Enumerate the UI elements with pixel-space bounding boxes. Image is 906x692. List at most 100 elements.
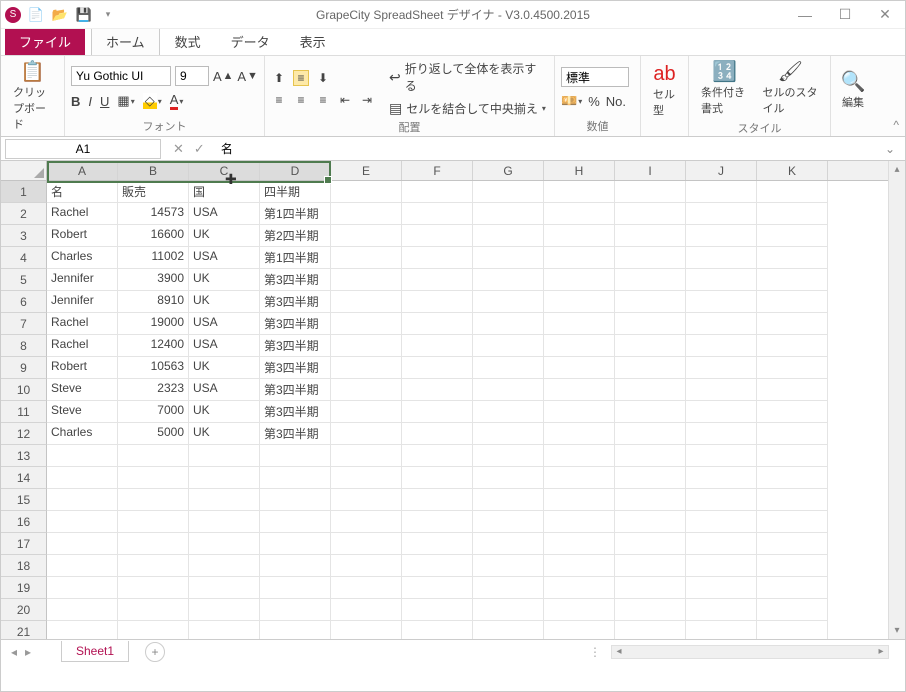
tab-home[interactable]: ホーム (91, 27, 160, 55)
increase-font-button[interactable]: A▲ (213, 69, 233, 84)
cell[interactable] (544, 269, 615, 291)
cell[interactable] (686, 445, 757, 467)
cell[interactable] (473, 577, 544, 599)
cell[interactable] (757, 379, 828, 401)
col-header-J[interactable]: J (686, 161, 757, 180)
celltype-button[interactable]: abセル型 (647, 62, 682, 120)
cell[interactable] (331, 401, 402, 423)
cell[interactable]: 国 (189, 181, 260, 203)
col-header-D[interactable]: D (260, 161, 331, 180)
row-header-9[interactable]: 9 (1, 357, 47, 379)
cell[interactable] (331, 313, 402, 335)
cell[interactable] (544, 379, 615, 401)
cell[interactable]: 第1四半期 (260, 247, 331, 269)
cell[interactable] (544, 489, 615, 511)
cell[interactable] (757, 533, 828, 555)
col-header-E[interactable]: E (331, 161, 402, 180)
cell[interactable]: Rachel (47, 313, 118, 335)
cell[interactable] (402, 423, 473, 445)
cell[interactable] (686, 467, 757, 489)
cell[interactable]: 第3四半期 (260, 357, 331, 379)
cell[interactable] (331, 181, 402, 203)
cell[interactable] (757, 225, 828, 247)
cell[interactable] (47, 445, 118, 467)
cell[interactable] (473, 291, 544, 313)
cell[interactable]: Charles (47, 423, 118, 445)
row-header-6[interactable]: 6 (1, 291, 47, 313)
cell[interactable] (402, 599, 473, 621)
cell[interactable] (615, 379, 686, 401)
cell[interactable] (757, 357, 828, 379)
cell[interactable] (189, 489, 260, 511)
cell[interactable] (686, 247, 757, 269)
cell[interactable] (757, 181, 828, 203)
cell[interactable] (260, 555, 331, 577)
cell[interactable] (402, 335, 473, 357)
sheet-nav-next[interactable]: ▸ (25, 645, 31, 659)
cell[interactable]: UK (189, 291, 260, 313)
cell[interactable] (473, 379, 544, 401)
fill-color-button[interactable]: ◇▾ (143, 93, 162, 109)
percent-button[interactable]: % (588, 94, 600, 109)
name-box[interactable] (5, 139, 161, 159)
save-icon[interactable]: 💾 (75, 6, 93, 24)
cell[interactable]: 第3四半期 (260, 291, 331, 313)
col-header-K[interactable]: K (757, 161, 828, 180)
cell[interactable] (615, 313, 686, 335)
cell[interactable] (331, 291, 402, 313)
cell[interactable] (544, 467, 615, 489)
cell[interactable] (331, 225, 402, 247)
app-icon[interactable]: S (5, 7, 21, 23)
italic-button[interactable]: I (88, 94, 92, 109)
cell[interactable] (189, 511, 260, 533)
cell[interactable] (615, 555, 686, 577)
cell[interactable] (402, 533, 473, 555)
cell[interactable] (686, 291, 757, 313)
cell[interactable] (260, 511, 331, 533)
cell[interactable] (260, 533, 331, 555)
cell[interactable]: 第2四半期 (260, 225, 331, 247)
cell[interactable] (402, 291, 473, 313)
cell[interactable] (47, 599, 118, 621)
cell[interactable] (757, 291, 828, 313)
cell[interactable] (686, 313, 757, 335)
cell[interactable] (615, 533, 686, 555)
cell[interactable] (331, 467, 402, 489)
cell[interactable] (47, 555, 118, 577)
font-size-select[interactable] (175, 66, 209, 86)
cell[interactable] (118, 533, 189, 555)
cell[interactable]: 16600 (118, 225, 189, 247)
open-icon[interactable]: 📂 (51, 6, 69, 24)
cell[interactable]: Steve (47, 379, 118, 401)
cell[interactable]: 10563 (118, 357, 189, 379)
cell[interactable] (260, 621, 331, 639)
cell[interactable]: 8910 (118, 291, 189, 313)
cell[interactable]: Jennifer (47, 269, 118, 291)
cell[interactable] (118, 577, 189, 599)
cell[interactable] (189, 599, 260, 621)
cell[interactable] (544, 225, 615, 247)
cell[interactable] (473, 511, 544, 533)
cell[interactable] (189, 555, 260, 577)
cell[interactable] (757, 269, 828, 291)
cell[interactable] (615, 577, 686, 599)
grid-main[interactable]: ABCDEFGHIJK 1名販売国四半期2Rachel14573USA第1四半期… (1, 161, 888, 639)
row-header-2[interactable]: 2 (1, 203, 47, 225)
cell[interactable] (544, 533, 615, 555)
tab-formula[interactable]: 数式 (160, 27, 216, 55)
cell[interactable] (473, 555, 544, 577)
col-header-B[interactable]: B (118, 161, 189, 180)
cell[interactable] (757, 423, 828, 445)
cell[interactable] (402, 203, 473, 225)
cell[interactable] (615, 511, 686, 533)
cell[interactable] (615, 445, 686, 467)
cell[interactable]: UK (189, 225, 260, 247)
cell[interactable]: 19000 (118, 313, 189, 335)
cell[interactable] (118, 621, 189, 639)
cell[interactable] (686, 555, 757, 577)
sheet-tab-1[interactable]: Sheet1 (61, 641, 129, 662)
row-header-20[interactable]: 20 (1, 599, 47, 621)
scroll-right-button[interactable]: ▸ (874, 646, 888, 658)
close-button[interactable]: ✕ (865, 1, 905, 29)
scroll-left-button[interactable]: ◂ (612, 646, 626, 658)
